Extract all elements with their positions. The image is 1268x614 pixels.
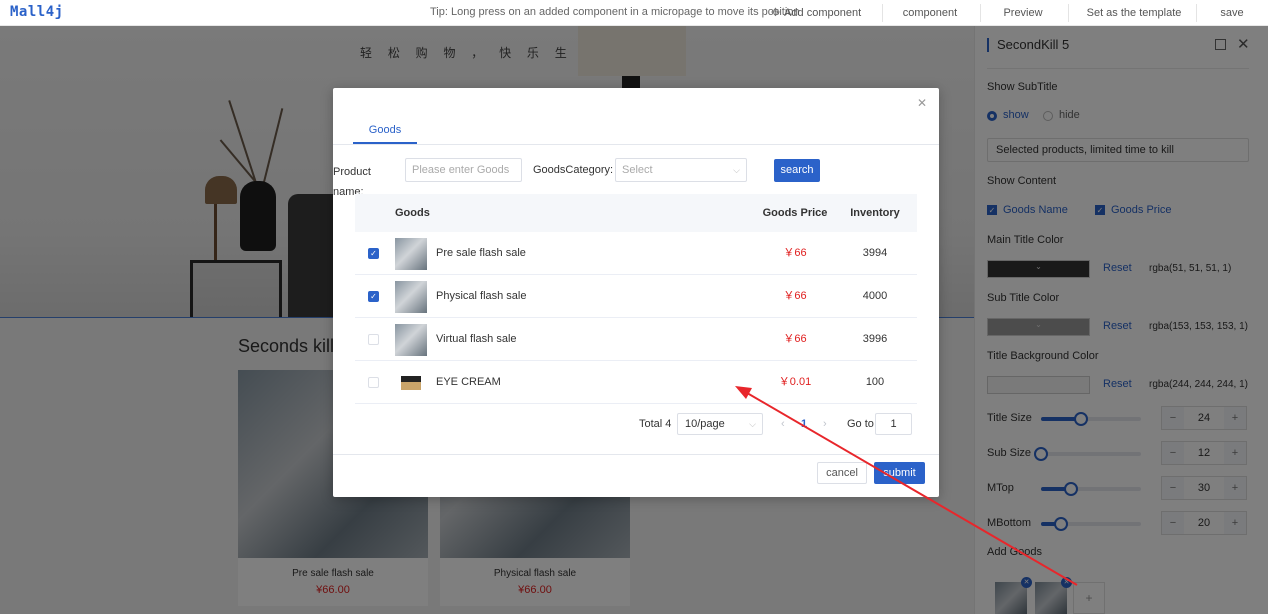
- submit-button[interactable]: submit: [874, 462, 925, 484]
- goods-selection-dialog: ✕ Goods Product name: Please enter Goods…: [333, 88, 939, 497]
- prev-page-icon[interactable]: ‹: [781, 418, 785, 430]
- column-goods-price: Goods Price: [762, 207, 828, 219]
- goods-thumbnail: [395, 367, 427, 399]
- goods-thumbnail: [395, 281, 427, 313]
- set-template-button[interactable]: Set as the template: [1078, 0, 1190, 26]
- goods-name: Physical flash sale: [436, 290, 527, 302]
- toolbar-divider: [980, 4, 981, 22]
- modal-backdrop-panel[interactable]: [974, 26, 1268, 614]
- product-name-input[interactable]: Please enter Goods: [405, 158, 522, 182]
- goods-inventory: 3994: [862, 247, 888, 259]
- toolbar-divider: [1196, 4, 1197, 22]
- goods-price: ￥66: [783, 290, 807, 302]
- row-checkbox[interactable]: ✓: [368, 291, 379, 302]
- cancel-button[interactable]: cancel: [817, 462, 867, 484]
- category-select-value: Select: [622, 164, 653, 176]
- chevron-down-icon: ⌵: [733, 165, 740, 175]
- chevron-down-icon: ⌵: [749, 419, 756, 429]
- goods-name: EYE CREAM: [436, 376, 501, 388]
- close-icon[interactable]: ✕: [917, 96, 927, 110]
- goods-thumbnail: [395, 238, 427, 270]
- tab-goods[interactable]: Goods: [353, 116, 417, 144]
- row-checkbox[interactable]: ✓: [368, 248, 379, 259]
- goto-label: Go to: [847, 418, 874, 430]
- tabs-divider: [333, 144, 939, 145]
- current-page[interactable]: 1: [801, 418, 807, 430]
- page-size-select[interactable]: 10/page ⌵: [677, 413, 763, 435]
- pagination-total: Total 4: [639, 418, 672, 430]
- goods-inventory: 4000: [862, 290, 888, 302]
- add-component-label: Add component: [784, 7, 862, 19]
- goods-inventory: 100: [865, 376, 885, 388]
- goods-price: ￥66: [783, 247, 807, 259]
- toolbar-divider: [1068, 4, 1069, 22]
- goto-page-input[interactable]: 1: [875, 413, 912, 435]
- search-button[interactable]: search: [774, 159, 820, 182]
- goods-thumbnail: [395, 324, 427, 356]
- move-icon: ✥: [770, 7, 781, 19]
- table-row[interactable]: Virtual flash sale ￥66 3996: [355, 318, 917, 361]
- component-button[interactable]: component: [892, 0, 968, 26]
- toolbar-divider: [882, 4, 883, 22]
- next-page-icon[interactable]: ›: [823, 418, 827, 430]
- tip-text: Tip: Long press on an added component in…: [430, 6, 800, 18]
- column-inventory: Inventory: [850, 207, 900, 219]
- table-row[interactable]: EYE CREAM ￥0.01 100: [355, 361, 917, 404]
- add-component-button[interactable]: ✥ Add component: [768, 0, 864, 26]
- goods-category-label: GoodsCategory:: [533, 164, 614, 176]
- row-checkbox[interactable]: [368, 334, 379, 345]
- goods-name: Pre sale flash sale: [436, 247, 526, 259]
- goods-inventory: 3996: [862, 333, 888, 345]
- top-toolbar: Mall4j Tip: Long press on an added compo…: [0, 0, 1268, 26]
- column-goods: Goods: [395, 207, 430, 219]
- table-row[interactable]: ✓ Physical flash sale ￥66 4000: [355, 275, 917, 318]
- footer-divider: [333, 454, 939, 455]
- table-row[interactable]: ✓ Pre sale flash sale ￥66 3994: [355, 232, 917, 275]
- row-checkbox[interactable]: [368, 377, 379, 388]
- app-logo: Mall4j: [10, 4, 64, 20]
- goods-price: ￥0.01: [778, 376, 812, 388]
- goods-category-select[interactable]: Select ⌵: [615, 158, 747, 182]
- goods-price: ￥66: [783, 333, 807, 345]
- save-button[interactable]: save: [1204, 0, 1260, 26]
- goods-table-header: Goods Goods Price Inventory: [355, 194, 917, 232]
- goods-name: Virtual flash sale: [436, 333, 517, 345]
- page-size-value: 10/page: [685, 418, 725, 430]
- preview-button[interactable]: Preview: [990, 0, 1056, 26]
